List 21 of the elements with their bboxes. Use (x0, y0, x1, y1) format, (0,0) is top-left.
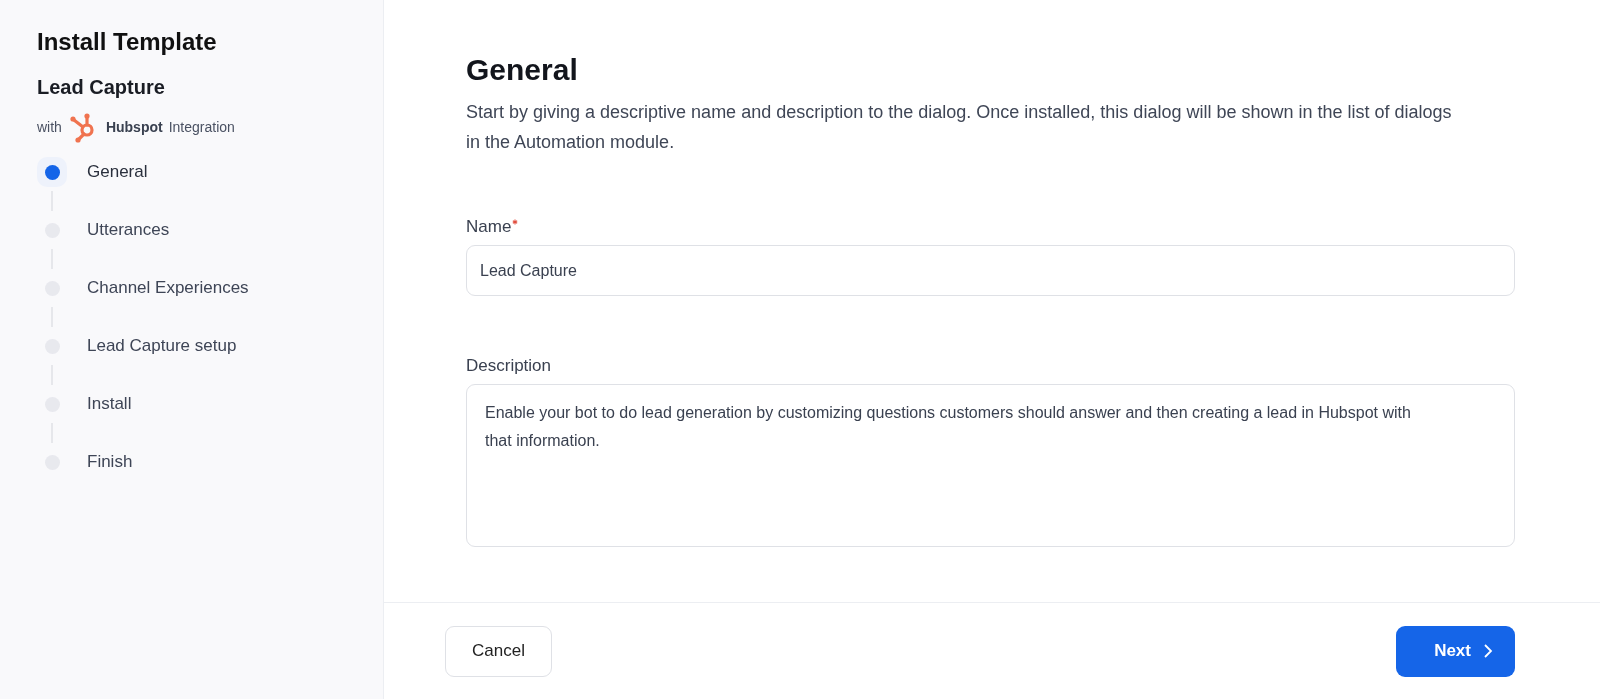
name-input-field[interactable]: Lead Capture (466, 245, 1515, 296)
section-heading: General (466, 53, 579, 87)
integration-label: Integration (168, 119, 235, 135)
with-label: with (37, 119, 62, 135)
step-link[interactable]: Finish (87, 452, 133, 472)
step-link[interactable]: Install (87, 394, 132, 414)
cancel-button[interactable]: Cancel (445, 625, 552, 677)
step-link[interactable]: General (87, 162, 148, 182)
integration-brand: Hubspot (105, 119, 163, 135)
step-link[interactable]: Lead Capture setup (87, 336, 237, 356)
description-field[interactable]: Enable your bot to do lead generation by customizing questions customers should answer and then creating a lead in Hubspot with that information. (466, 384, 1515, 547)
field-label: Name (466, 217, 512, 237)
section-description: Start by giving a descriptive name and description to the dialog. Once installed, this dialog will be shown in the list of dialogs in the Automation module. (466, 101, 1453, 154)
next-button[interactable]: Next (1396, 625, 1515, 677)
step-link[interactable]: Channel Experiences (87, 278, 249, 298)
sidebar-title: Install Template (37, 28, 218, 56)
chevron-right-icon (1483, 644, 1493, 658)
template-name: Lead Capture (37, 76, 166, 99)
required-asterisk-icon (512, 219, 519, 225)
field-label: Description (466, 356, 552, 376)
step-link[interactable]: Utterances (87, 220, 170, 240)
